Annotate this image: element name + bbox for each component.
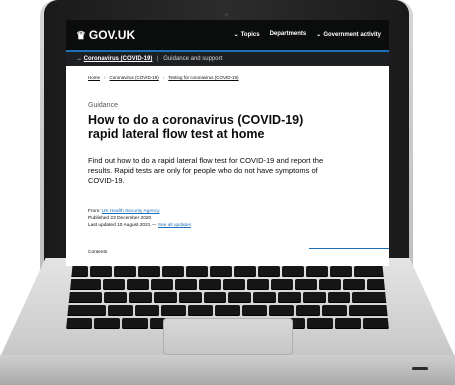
breadcrumb: Home › Coronavirus (COVID-19) › Testing …: [88, 75, 239, 80]
laptop-screen: ♛ GOV.UK ⌄ Topics Departments ⌄ Government…: [66, 20, 389, 266]
chevron-down-icon: ⌄: [233, 32, 239, 38]
nav-government-activity[interactable]: ⌄ Government activity: [316, 31, 381, 38]
crown-icon: ♛: [76, 29, 86, 42]
contents-heading: Contents: [88, 250, 108, 255]
status-led-icon: [412, 367, 428, 370]
topic-subtitle: Guidance and support: [163, 56, 223, 62]
from-label: From:: [88, 209, 101, 214]
chevron-right-icon: ›: [104, 75, 106, 80]
breadcrumb-coronavirus[interactable]: Coronavirus (COVID-19): [110, 75, 159, 80]
header-nav: ⌄ Topics Departments ⌄ Government activity: [234, 31, 381, 38]
govuk-logo[interactable]: ♛ GOV.UK: [76, 28, 135, 42]
chevron-down-icon: ⌄: [316, 32, 322, 38]
see-all-updates-link[interactable]: See all updates: [158, 223, 191, 228]
trackpad[interactable]: [163, 318, 293, 355]
topic-link[interactable]: Coronavirus (COVID-19): [84, 56, 153, 62]
arrow-right-icon: →: [76, 56, 82, 62]
sidebar-rule: [309, 248, 389, 249]
updated-date: Last updated 10 August 2021 —: [88, 223, 157, 228]
breadcrumb-testing[interactable]: Testing for coronavirus (COVID-19): [168, 75, 238, 80]
published-date: Published 23 December 2020: [88, 216, 152, 221]
laptop-base-front: [0, 355, 455, 385]
organisation-link[interactable]: UK Health Security Agency: [102, 209, 160, 214]
breadcrumb-home[interactable]: Home: [88, 75, 100, 80]
topic-banner: → Coronavirus (COVID-19) | Guidance and …: [66, 52, 389, 66]
chevron-right-icon: ›: [162, 75, 165, 80]
topic-separator: |: [157, 56, 159, 62]
site-header: ♛ GOV.UK ⌄ Topics Departments ⌄ Government…: [66, 20, 389, 50]
lead-paragraph: Find out how to do a rapid lateral flow …: [88, 156, 324, 185]
logo-text: GOV.UK: [88, 28, 136, 42]
page-title: How to do a coronavirus (COVID-19) rapid…: [88, 113, 304, 141]
webcam-icon: [225, 13, 228, 16]
nav-topics[interactable]: ⌄ Topics: [234, 31, 260, 38]
nav-departments[interactable]: Departments: [270, 31, 307, 38]
publication-metadata: From: UK Health Security Agency Publishe…: [88, 208, 191, 229]
page-caption: Guidance: [88, 102, 118, 109]
